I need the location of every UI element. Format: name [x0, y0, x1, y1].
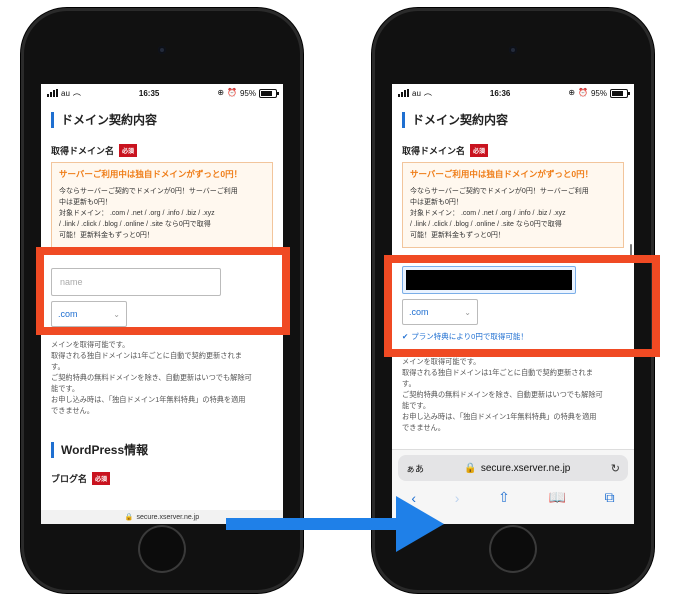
note-line: メインを取得可能です。 [51, 340, 130, 349]
wifi-icon: ︵ [423, 88, 432, 97]
home-button[interactable] [489, 525, 537, 573]
required-badge: 必須 [92, 472, 111, 485]
promo-line: 今ならサーバーご契約でドメインが0円！サーバーご利用 [410, 188, 589, 195]
note-line: お申し込み時は、「独自ドメイン1年無料特典」の特典を適用 [51, 395, 246, 404]
wifi-icon: ︵ [72, 88, 81, 97]
url-text: secure.xserver.ne.jp [480, 462, 571, 474]
carrier-label: au [412, 88, 421, 98]
status-bar: au ︵ 16:36 ⊕ ⏰ 95% [392, 84, 634, 102]
bookmarks-icon[interactable]: 📖 [548, 489, 565, 506]
url-text: secure.xserver.ne.jp [136, 513, 200, 521]
battery-icon [259, 88, 279, 98]
promo-line: 中は更新も0円！ [410, 199, 463, 206]
promo-title: サーバーご利用中は独自ドメインがずっと0円！ [410, 169, 594, 179]
section-title-domain: ドメイン契約内容 [402, 112, 624, 128]
camera-icon [509, 46, 517, 54]
lock-icon: 🔒 [464, 462, 477, 474]
highlight-box-left [36, 247, 290, 335]
alarm-icon: ⏰ [578, 88, 588, 97]
promo-line: 可能！更新料金もずっと0円！ [410, 232, 505, 239]
safari-address-bar[interactable]: ぁあ 🔒 secure.xserver.ne.jp ↻ [398, 455, 628, 481]
section-title-wordpress: WordPress情報 [51, 442, 273, 458]
blog-label-text: ブログ名 [51, 474, 88, 484]
signal-icon [47, 89, 58, 97]
domain-field-label: 取得ドメイン名 必須 [51, 144, 273, 157]
required-badge: 必須 [470, 144, 489, 157]
promo-line: 中は更新も0円！ [59, 199, 112, 206]
rotation-lock-icon: ⊕ [568, 88, 576, 97]
battery-percent: 95% [239, 88, 256, 98]
signal-icon [398, 89, 409, 97]
tabs-icon[interactable]: ⧉ [605, 489, 615, 506]
domain-notes: メインを取得可能です。 取得される独自ドメインは1年ごとに自動で契約更新されま … [402, 356, 624, 433]
required-badge: 必須 [119, 144, 138, 157]
status-bar: au ︵ 16:35 ⊕ ⏰ 95% [41, 84, 283, 102]
highlight-box-right [384, 255, 660, 357]
section-title-domain: ドメイン契約内容 [51, 112, 273, 128]
promo-box: サーバーご利用中は独自ドメインがずっと0円！ 今ならサーバーご契約でドメインが0… [402, 162, 624, 248]
note-line: できません。 [51, 406, 94, 415]
note-line: 取得される独自ドメインは1年ごとに自動で契約更新されま [51, 351, 242, 360]
alarm-icon: ⏰ [227, 88, 237, 97]
promo-box: サーバーご利用中は独自ドメインがずっと0円！ 今ならサーバーご契約でドメインが0… [51, 162, 273, 248]
status-time: 16:36 [489, 88, 511, 98]
battery-icon [610, 88, 630, 98]
promo-line: 対象ドメイン： .com / .net / .org / .info / .bi… [410, 210, 566, 217]
promo-line: / .link / .click / .blog / .online / .si… [59, 221, 211, 228]
lock-icon: 🔒 [124, 514, 134, 521]
note-line: ご契約特典の無料ドメインを除き、自動更新はいつでも解除可 [51, 373, 252, 382]
promo-line: / .link / .click / .blog / .online / .si… [410, 221, 562, 228]
blog-field-label: ブログ名 必須 [51, 472, 273, 485]
note-line: 能です。 [51, 384, 80, 393]
arrow-shaft [226, 518, 398, 530]
arrow-right-icon [396, 496, 444, 552]
status-time: 16:35 [138, 88, 160, 98]
text-size-button[interactable]: ぁあ [406, 462, 424, 475]
camera-icon [158, 46, 166, 54]
note-line: す。 [51, 362, 65, 371]
promo-line: 今ならサーバーご契約でドメインが0円！サーバーご利用 [59, 188, 238, 195]
promo-line: 可能！更新料金もずっと0円！ [59, 232, 154, 239]
promo-title: サーバーご利用中は独自ドメインがずっと0円！ [59, 169, 243, 179]
battery-percent: 95% [590, 88, 607, 98]
share-icon[interactable]: ⇧ [498, 489, 510, 506]
rotation-lock-icon: ⊕ [217, 88, 225, 97]
domain-field-label: 取得ドメイン名 必須 [402, 144, 624, 157]
promo-line: 対象ドメイン： .com / .net / .org / .info / .bi… [59, 210, 215, 217]
note-line: 能です。 [402, 401, 431, 410]
note-line: お申し込み時は、「独自ドメイン1年無料特典」の特典を適用 [402, 412, 597, 421]
domain-label-text: 取得ドメイン名 [402, 146, 466, 156]
note-line: メインを取得可能です。 [402, 357, 481, 366]
forward-icon[interactable]: › [455, 490, 460, 506]
note-line: ご契約特典の無料ドメインを除き、自動更新はいつでも解除可 [402, 390, 603, 399]
domain-label-text: 取得ドメイン名 [51, 146, 115, 156]
note-line: 取得される独自ドメインは1年ごとに自動で契約更新されま [402, 368, 593, 377]
reload-icon[interactable]: ↻ [611, 462, 620, 475]
note-line: す。 [402, 379, 416, 388]
carrier-label: au [61, 88, 70, 98]
domain-notes: メインを取得可能です。 取得される独自ドメインは1年ごとに自動で契約更新されま … [51, 339, 273, 416]
home-button[interactable] [138, 525, 186, 573]
note-line: できません。 [402, 423, 445, 432]
